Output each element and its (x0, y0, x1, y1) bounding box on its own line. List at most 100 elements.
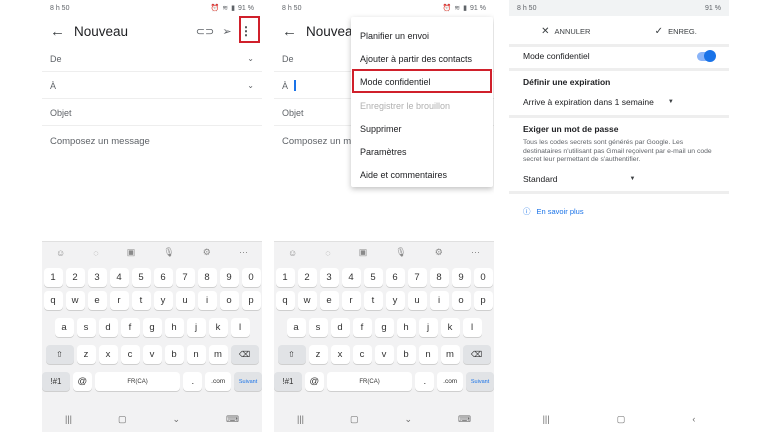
key[interactable]: x (330, 345, 350, 364)
key[interactable]: n (186, 345, 206, 364)
key[interactable]: 5 (131, 268, 151, 287)
keyboard-icon[interactable]: ⌨ (226, 414, 239, 425)
key[interactable]: 0 (473, 268, 493, 287)
key[interactable]: h (164, 318, 184, 337)
key[interactable]: o (451, 291, 471, 310)
key[interactable]: 6 (385, 268, 405, 287)
key[interactable]: 3 (87, 268, 107, 287)
backspace-key[interactable]: ⌫ (230, 345, 259, 364)
sticker-icon[interactable]: ◌ (325, 248, 330, 258)
backspace-key[interactable]: ⌫ (462, 345, 491, 364)
next-key[interactable]: Suivant (466, 372, 494, 391)
from-field[interactable]: De ⌄ (42, 46, 262, 72)
hide-keyboard-icon[interactable]: ⌄ (172, 414, 180, 425)
key[interactable]: r (341, 291, 361, 310)
home-icon[interactable]: ▢ (118, 414, 127, 425)
back-icon[interactable]: ‹ (692, 414, 695, 424)
key[interactable]: b (396, 345, 416, 364)
key[interactable]: k (440, 318, 460, 337)
key[interactable]: z (76, 345, 96, 364)
key[interactable]: 2 (297, 268, 317, 287)
gif-icon[interactable]: ▣ (359, 247, 368, 258)
learn-more-link[interactable]: ⓘ En savoir plus (523, 206, 584, 217)
key[interactable]: s (308, 318, 328, 337)
confidential-mode-row[interactable]: Mode confidentiel (523, 50, 716, 62)
key[interactable]: c (120, 345, 140, 364)
key[interactable]: i (429, 291, 449, 310)
sticker-icon[interactable]: ◌ (93, 248, 98, 258)
key[interactable]: y (385, 291, 405, 310)
key[interactable]: s (76, 318, 96, 337)
password-dropdown[interactable]: Standard ▼ (523, 174, 715, 184)
key[interactable]: p (241, 291, 261, 310)
key[interactable]: a (54, 318, 74, 337)
key[interactable]: w (297, 291, 317, 310)
gif-icon[interactable]: ▣ (127, 247, 136, 258)
key[interactable]: 1 (275, 268, 295, 287)
settings-icon[interactable]: ⚙ (203, 247, 211, 258)
symbols-key[interactable]: !#1 (274, 372, 302, 391)
key[interactable]: 7 (407, 268, 427, 287)
key[interactable]: v (142, 345, 162, 364)
key[interactable]: f (120, 318, 140, 337)
to-field[interactable]: À ⌄ (42, 73, 262, 99)
key[interactable]: l (230, 318, 250, 337)
key[interactable]: j (418, 318, 438, 337)
key[interactable]: n (418, 345, 438, 364)
key[interactable]: d (330, 318, 350, 337)
more-icon[interactable]: ⋯ (471, 247, 480, 258)
key[interactable]: j (186, 318, 206, 337)
key[interactable]: 8 (197, 268, 217, 287)
menu-item-add-from-contacts[interactable]: Ajouter à partir des contacts (360, 54, 472, 64)
key[interactable]: m (440, 345, 460, 364)
compose-body[interactable]: Composez un message (50, 136, 150, 147)
key[interactable]: o (219, 291, 239, 310)
key[interactable]: 0 (241, 268, 261, 287)
hide-keyboard-icon[interactable]: ⌄ (404, 414, 412, 425)
mic-icon[interactable]: 🎙 (163, 247, 174, 258)
key[interactable]: 6 (153, 268, 173, 287)
key[interactable]: k (208, 318, 228, 337)
shift-key[interactable]: ⇧ (277, 345, 306, 364)
chevron-down-icon[interactable]: ⌄ (247, 81, 254, 90)
send-icon[interactable]: ➢ (216, 25, 238, 38)
com-key[interactable]: .com (205, 372, 232, 391)
keyboard-icon[interactable]: ⌨ (458, 414, 471, 425)
key[interactable]: c (352, 345, 372, 364)
space-key[interactable]: FR(CA) (326, 372, 413, 391)
key[interactable]: a (286, 318, 306, 337)
menu-item-delete[interactable]: Supprimer (360, 124, 402, 134)
symbols-key[interactable]: !#1 (42, 372, 70, 391)
attach-icon[interactable]: ⊂⊃ (194, 25, 216, 38)
key[interactable]: r (109, 291, 129, 310)
key[interactable]: i (197, 291, 217, 310)
mic-icon[interactable]: 🎙 (395, 247, 406, 258)
home-icon[interactable]: ▢ (350, 414, 359, 425)
save-button[interactable]: ✓ ENREG. (655, 26, 697, 37)
key[interactable]: e (87, 291, 107, 310)
shift-key[interactable]: ⇧ (45, 345, 74, 364)
period-key[interactable]: . (183, 372, 203, 391)
back-arrow-icon[interactable]: ← (282, 23, 302, 40)
key[interactable]: 5 (363, 268, 383, 287)
space-key[interactable]: FR(CA) (94, 372, 181, 391)
key[interactable]: 4 (109, 268, 129, 287)
key[interactable]: 3 (319, 268, 339, 287)
key[interactable]: h (396, 318, 416, 337)
key[interactable]: v (374, 345, 394, 364)
key[interactable]: f (352, 318, 372, 337)
key[interactable]: 7 (175, 268, 195, 287)
key[interactable]: q (43, 291, 63, 310)
home-icon[interactable]: ▢ (617, 414, 626, 425)
key[interactable]: p (473, 291, 493, 310)
key[interactable]: t (363, 291, 383, 310)
emoji-icon[interactable]: ☺ (56, 248, 65, 258)
key[interactable]: z (308, 345, 328, 364)
menu-item-help-feedback[interactable]: Aide et commentaires (360, 170, 447, 180)
at-key[interactable]: @ (304, 372, 324, 391)
menu-item-settings[interactable]: Paramètres (360, 147, 407, 157)
cancel-button[interactable]: ✕ ANNULER (541, 26, 590, 37)
period-key[interactable]: . (415, 372, 435, 391)
confidential-mode-toggle[interactable] (697, 50, 716, 62)
com-key[interactable]: .com (437, 372, 464, 391)
